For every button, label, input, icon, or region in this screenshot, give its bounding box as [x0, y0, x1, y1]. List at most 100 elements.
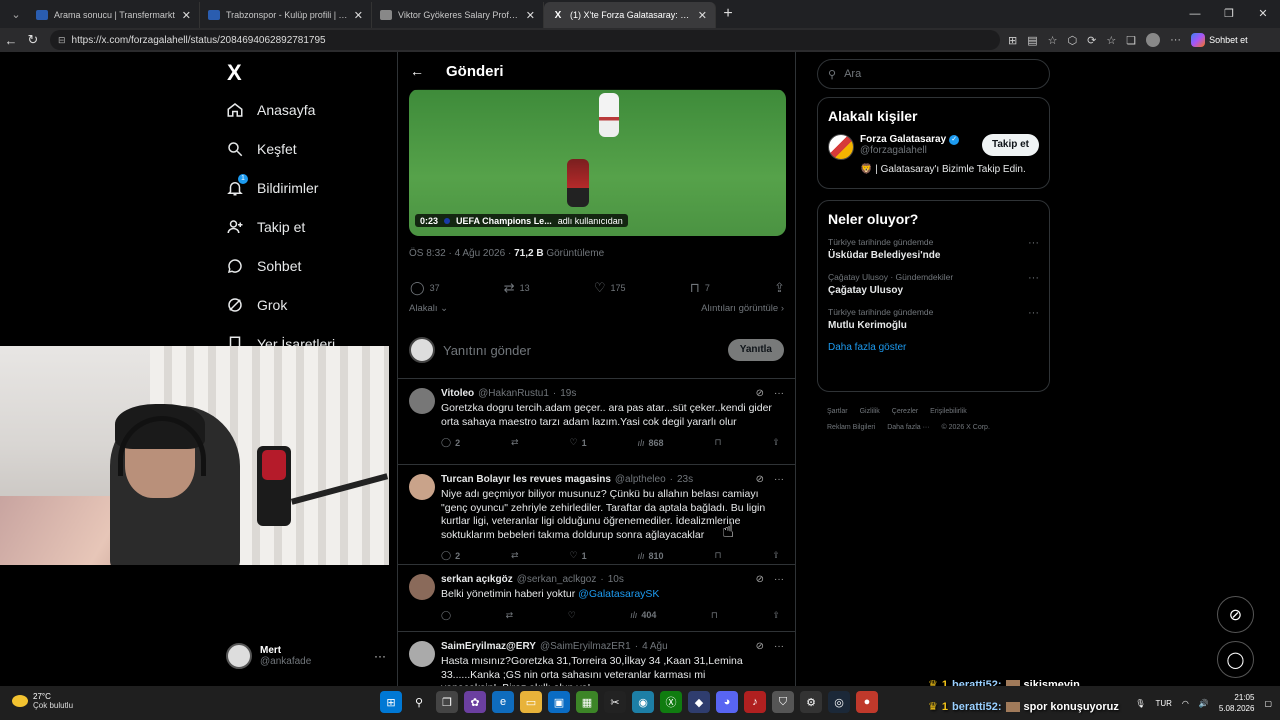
views-button[interactable]: ılı 810 [638, 550, 664, 561]
avatar[interactable] [828, 134, 854, 160]
game-app-icon[interactable]: ◆ [688, 691, 710, 713]
split-screen-icon[interactable]: ⊞ [1008, 34, 1017, 47]
bookmark-button[interactable]: ⊓ [714, 437, 721, 448]
profile-avatar[interactable] [1146, 33, 1161, 47]
new-tab-icon[interactable]: + [716, 5, 740, 23]
reply-time[interactable]: 10s [608, 574, 624, 585]
voicemeeter-icon[interactable]: ♪ [744, 691, 766, 713]
browser-tab[interactable]: Arama sonucu | Transfermarkt ✕ [28, 2, 200, 28]
xbox-icon[interactable]: Ⓧ [660, 691, 682, 713]
footer-link[interactable]: Reklam Bilgileri [827, 424, 875, 431]
video-player[interactable]: 0:23 UEFA Champions Le... adlı kullanıcı… [409, 89, 786, 236]
show-more-link[interactable]: Daha fazla göster [828, 342, 1039, 353]
trend-item[interactable]: Çağatay Ulusoy · Gündemdekiler Çağatay U… [828, 272, 1039, 296]
like-button[interactable]: ♡ 175 [594, 280, 626, 296]
browser-tab[interactable]: Viktor Gyökeres Salary Profile | Ca ✕ [372, 2, 544, 28]
more-icon[interactable]: ··· [1028, 237, 1039, 249]
reply-item[interactable]: Vitoleo @HakanRustu1 · 19s ⊘ ··· Goretzka… [398, 379, 795, 465]
x-logo-icon[interactable]: X [227, 56, 395, 90]
follow-button[interactable]: Takip et [981, 134, 1039, 156]
site-info-icon[interactable]: ⊟ [58, 35, 66, 46]
like-button[interactable]: ♡ [568, 610, 576, 621]
nav-item-follow[interactable]: Takip et [225, 207, 395, 246]
close-icon[interactable]: ✕ [526, 9, 535, 22]
reply-time[interactable]: 23s [677, 474, 693, 485]
favorites-icon[interactable]: ☆ [1106, 34, 1116, 47]
nav-item-explore[interactable]: Keşfet [225, 129, 395, 168]
globe-app-icon[interactable]: ◉ [632, 691, 654, 713]
bookmark-button[interactable]: ⊓ [711, 610, 718, 621]
sync-icon[interactable]: ⟳ [1087, 34, 1096, 47]
back-icon[interactable]: ← [0, 33, 22, 48]
discord-icon[interactable]: ◕ [716, 691, 738, 713]
mention-link[interactable]: @GalatasaraySK [578, 588, 659, 600]
weather-widget[interactable]: 27°C Çok bulutlu [12, 692, 73, 710]
minecraft-icon[interactable]: ▦ [576, 691, 598, 713]
reply-author-handle[interactable]: @serkan_aclkgoz [517, 574, 597, 585]
reply-item[interactable]: Turcan Bolayır les revues magasins @alpt… [398, 465, 795, 565]
reader-icon[interactable]: ▤ [1027, 34, 1037, 47]
sort-dropdown[interactable]: Alakalı ⌄ [409, 303, 448, 314]
reply-author-handle[interactable]: @HakanRustu1 [478, 388, 549, 399]
grok-fab-button[interactable]: ⊘ [1217, 596, 1254, 633]
nav-item-home[interactable]: Anasayfa [225, 90, 395, 129]
repost-button[interactable]: ⇄ [511, 437, 519, 448]
view-quotes-link[interactable]: Alıntıları görüntüle › [701, 303, 784, 314]
maximize-icon[interactable]: ❐ [1212, 0, 1246, 28]
avatar[interactable] [409, 641, 435, 667]
related-person[interactable]: Forza Galatasaray ✓ @forzagalahell Takip … [828, 134, 1039, 160]
reply-item[interactable]: SaimEryilmaz@ERY @SaimEryilmazER1 · 4 Ağ… [398, 632, 795, 686]
more-icon[interactable]: ··· [774, 388, 784, 399]
reply-button[interactable]: ◯ 2 [441, 550, 460, 561]
more-icon[interactable]: ··· [1028, 307, 1039, 319]
nav-item-chat[interactable]: Sohbet [225, 246, 395, 285]
like-button[interactable]: ♡ 1 [569, 550, 586, 561]
reply-button[interactable]: ◯ 37 [410, 280, 440, 296]
url-input[interactable]: ⊟ https://x.com/forzagalahell/status/208… [50, 30, 1000, 50]
footer-link[interactable]: Şartlar [827, 408, 848, 415]
close-icon[interactable]: ✕ [182, 9, 191, 22]
views-button[interactable]: ılı 404 [630, 610, 656, 621]
views-button[interactable]: ılı 868 [638, 437, 664, 448]
footer-link[interactable]: Daha fazla ··· [887, 424, 929, 431]
reply-item[interactable]: serkan açıkgöz @serkan_aclkgoz · 10s ⊘ ··… [398, 565, 795, 632]
avatar[interactable] [409, 388, 435, 414]
back-arrow-icon[interactable]: ← [410, 63, 424, 79]
file-explorer-icon[interactable]: ▭ [520, 691, 542, 713]
messages-fab-button[interactable]: ◯ [1217, 641, 1254, 678]
reply-submit-button[interactable]: Yanıtla [727, 339, 784, 361]
minimize-icon[interactable]: — [1178, 0, 1212, 28]
settings-gear-icon[interactable]: ⚙ [800, 691, 822, 713]
footer-link[interactable]: Gizlilik [860, 408, 880, 415]
search-input[interactable]: ⚲ Ara [817, 59, 1050, 89]
microphone-icon[interactable]: 🎙 [1135, 699, 1145, 708]
browser-tab[interactable]: Trabzonspor - Kulüp profili | Transfer ✕ [200, 2, 372, 28]
more-icon[interactable]: ··· [1170, 34, 1181, 46]
reply-time[interactable]: 4 Ağu [642, 641, 668, 652]
more-icon[interactable]: ··· [774, 641, 784, 652]
video-source[interactable]: UEFA Champions Le... [456, 216, 552, 226]
refresh-icon[interactable]: ↻ [22, 32, 44, 48]
footer-link[interactable]: Çerezler [892, 408, 918, 415]
person-name[interactable]: Forza Galatasaray [860, 134, 946, 145]
reply-author-handle[interactable]: @alptheleo [615, 474, 666, 485]
grok-icon[interactable]: ⊘ [756, 574, 764, 585]
avatar[interactable] [409, 474, 435, 500]
share-button[interactable]: ⇪ [772, 610, 780, 621]
close-icon[interactable]: ✕ [698, 9, 707, 22]
store-icon[interactable]: ▣ [548, 691, 570, 713]
edge-icon[interactable]: e [492, 691, 514, 713]
reply-author-name[interactable]: Vitoleo [441, 388, 474, 399]
person-handle[interactable]: @forzagalahell [860, 145, 959, 156]
post-time[interactable]: ÖS 8:32 · 4 Ağu 2026 · [409, 248, 514, 259]
bookmark-button[interactable]: ⊓ 7 [690, 280, 710, 296]
nav-item-notifications[interactable]: 1 Bildirimler [225, 168, 395, 207]
copilot-button[interactable]: Sohbet et [1191, 33, 1248, 47]
grok-icon[interactable]: ⊘ [756, 641, 764, 652]
reply-author-name[interactable]: serkan açıkgöz [441, 574, 513, 585]
language-indicator[interactable]: TUR [1155, 699, 1171, 708]
steam-icon[interactable]: ◎ [828, 691, 850, 713]
reply-author-name[interactable]: SaimEryilmaz@ERY [441, 641, 536, 652]
tab-actions-icon[interactable]: ⌄ [4, 2, 28, 26]
bookmark-button[interactable]: ⊓ [714, 550, 721, 561]
